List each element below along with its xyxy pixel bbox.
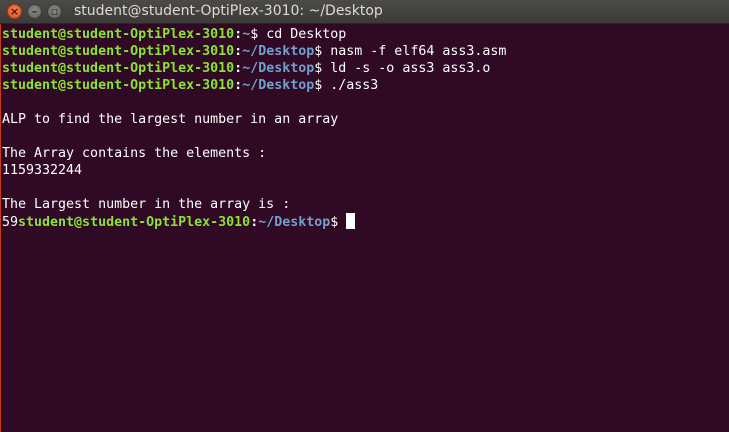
command-text: ld -s -o ass3 ass3.o [330, 61, 491, 76]
prompt-line: student@student-OptiPlex-3010:~/Desktop$… [2, 77, 723, 94]
prompt-user: student@student-OptiPlex-3010 [2, 78, 235, 93]
command-text: cd Desktop [266, 27, 347, 42]
prompt-user: student@student-OptiPlex-3010 [2, 61, 235, 76]
maximize-button[interactable]: ▫ [47, 4, 62, 19]
output-line: The Array contains the elements : [2, 145, 723, 162]
prompt-symbol: $ [330, 215, 347, 230]
output-line: 1159332244 [2, 162, 723, 179]
prompt-user: student@student-OptiPlex-3010 [18, 215, 251, 230]
close-icon: × [9, 5, 20, 18]
close-button[interactable]: × [7, 4, 22, 19]
program-output: 59 [2, 215, 19, 230]
minimize-icon: – [31, 5, 38, 18]
prompt-colon: : [234, 44, 243, 59]
prompt-colon: : [234, 61, 243, 76]
output-text: 1159332244 [2, 163, 83, 178]
prompt-line: student@student-OptiPlex-3010:~/Desktop$… [2, 43, 723, 60]
prompt-user: student@student-OptiPlex-3010 [2, 44, 235, 59]
prompt-path: ~ [242, 27, 251, 42]
text-cursor [346, 213, 356, 229]
prompt-line: student@student-OptiPlex-3010:~/Desktop$… [2, 60, 723, 77]
terminal-window: × – ▫ student@student-OptiPlex-3010: ~/D… [0, 0, 729, 432]
title-bar[interactable]: × – ▫ student@student-OptiPlex-3010: ~/D… [0, 0, 729, 24]
prompt-path: ~/Desktop [242, 61, 315, 76]
prompt-symbol: $ [314, 44, 331, 59]
output-text: ALP to find the largest number in an arr… [2, 112, 339, 127]
prompt-line: student@student-OptiPlex-3010:~$ cd Desk… [2, 26, 723, 43]
prompt-symbol: $ [314, 78, 331, 93]
prompt-symbol: $ [314, 61, 331, 76]
output-text: The Largest number in the array is : [2, 197, 291, 212]
prompt-colon: : [234, 27, 243, 42]
prompt-colon: : [234, 78, 243, 93]
prompt-path: ~/Desktop [242, 78, 315, 93]
prompt-path: ~/Desktop [258, 215, 331, 230]
maximize-icon: ▫ [50, 5, 59, 18]
prompt-line: 59student@student-OptiPlex-3010:~/Deskto… [2, 213, 723, 230]
prompt-path: ~/Desktop [242, 44, 315, 59]
output-line: ALP to find the largest number in an arr… [2, 111, 723, 128]
command-text: nasm -f elf64 ass3.asm [330, 44, 507, 59]
output-line: The Largest number in the array is : [2, 196, 723, 213]
terminal-output[interactable]: student@student-OptiPlex-3010:~$ cd Desk… [2, 26, 723, 432]
prompt-user: student@student-OptiPlex-3010 [2, 27, 235, 42]
prompt-symbol: $ [250, 27, 267, 42]
window-title: student@student-OptiPlex-3010: ~/Desktop [74, 3, 383, 19]
minimize-button[interactable]: – [27, 4, 42, 19]
prompt-colon: : [250, 215, 259, 230]
command-text: ./ass3 [330, 78, 379, 93]
output-text: The Array contains the elements : [2, 146, 267, 161]
window-edge [0, 24, 1, 432]
